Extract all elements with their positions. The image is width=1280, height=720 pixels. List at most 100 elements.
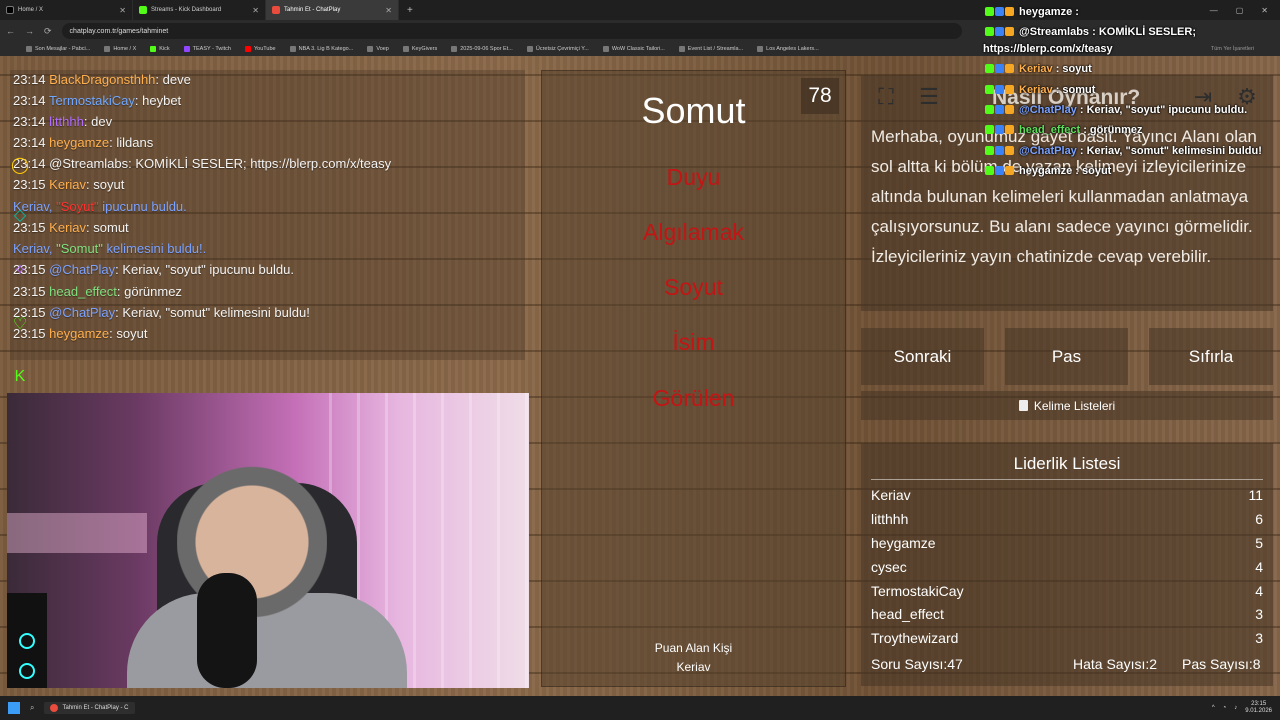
overlay-chat-message: Keriav : soyut	[985, 63, 1092, 75]
chat-message: 23:14 litthhh: dev	[13, 114, 112, 129]
overlay-text: somut	[1062, 84, 1096, 96]
chat-username[interactable]: heygamze	[49, 326, 109, 341]
bookmark[interactable]: TEASY - Twitch	[183, 46, 231, 52]
wifi-icon[interactable]: ◔	[1223, 705, 1227, 711]
close-icon[interactable]: ✕	[119, 6, 126, 15]
new-tab-button[interactable]: +	[399, 5, 421, 16]
scorer-name: Keriav	[676, 660, 711, 674]
fullscreen-icon[interactable]: ⛶	[870, 81, 902, 113]
chat-timestamp: 23:14	[13, 135, 46, 150]
bookmark[interactable]: Los Angeles Lakers...	[757, 46, 819, 52]
bookmark[interactable]: KeyGivers	[402, 46, 437, 52]
chat-separator: :	[155, 72, 163, 87]
chat-message: 23:15 Keriav: soyut	[13, 177, 124, 192]
bookmark[interactable]: Voep	[367, 46, 389, 52]
badge-icon	[1005, 166, 1014, 175]
bookmark[interactable]: Home / X	[104, 46, 136, 52]
bookmark[interactable]: WoW Classic Tailori...	[602, 46, 665, 52]
overlay-text: Keriav, "soyut" ipucunu buldu.	[1086, 104, 1248, 116]
chat-separator: "Soyut"	[56, 199, 99, 214]
close-icon[interactable]: ✕	[385, 6, 392, 15]
chat-username[interactable]: litthhh	[49, 114, 84, 129]
chat-timestamp: 23:15	[13, 284, 46, 299]
chat-message: 23:15 heygamze: soyut	[13, 326, 147, 341]
url-field[interactable]: chatplay.com.tr/games/tahminet	[61, 23, 962, 39]
divider	[871, 479, 1263, 480]
chevron-up-icon[interactable]: ^	[1212, 705, 1215, 711]
chat-username[interactable]: head_effect	[49, 284, 117, 299]
chat-username[interactable]: @ChatPlay	[49, 305, 115, 320]
all-bookmarks[interactable]: Tüm Yer İşaretleri	[1211, 46, 1254, 52]
word-lists-button[interactable]: Kelime Listeleri	[861, 391, 1273, 420]
chat-username[interactable]: Keriav	[49, 177, 86, 192]
chat-message: 23:15 @ChatPlay: Keriav, "soyut" ipucunu…	[13, 262, 294, 277]
circle-emote-icon: ◯	[11, 157, 29, 174]
chat-text: görünmez	[124, 284, 182, 299]
bookmark[interactable]: NBA 3. Lig B Katego...	[289, 46, 353, 52]
close-window-icon[interactable]: ✕	[1261, 6, 1268, 15]
chat-text: deve	[162, 72, 191, 87]
badge-icon	[995, 64, 1004, 73]
bookmark[interactable]: YouTube	[244, 46, 276, 52]
taskbar-app-chrome[interactable]: Tahmin Et - ChatPlay - C	[44, 702, 135, 714]
chat-username[interactable]: @Streamlabs	[49, 156, 128, 171]
overlay-chat-message: heygamze : soyut	[985, 165, 1111, 177]
badge-icons	[985, 165, 1019, 177]
leaderboard-row: Troythewizard 3	[871, 630, 1263, 646]
badge-icon	[985, 125, 994, 134]
badge-icon	[995, 27, 1004, 36]
chat-username[interactable]: @ChatPlay	[49, 262, 115, 277]
overlay-separator: :	[1072, 165, 1082, 177]
chat-timestamp: 23:14	[13, 93, 46, 108]
maximize-icon[interactable]: ▢	[1236, 6, 1244, 15]
chat-username[interactable]: heygamze	[49, 135, 109, 150]
overlay-text: soyut	[1081, 165, 1112, 177]
clock[interactable]: 23:15 9.01.2026	[1245, 701, 1272, 715]
tab-home-x[interactable]: Home / X ✕	[0, 0, 133, 20]
tab-kick-dashboard[interactable]: Streams - Kick Dashboard ✕	[133, 0, 266, 20]
reset-button[interactable]: Sıfırla	[1149, 328, 1273, 385]
chat-username[interactable]: BlackDragonsthhh	[49, 72, 155, 87]
leaderboard-row: heygamze 5	[871, 535, 1263, 551]
minimize-icon[interactable]: —	[1210, 6, 1218, 15]
next-button[interactable]: Sonraki	[861, 328, 984, 385]
chat-username[interactable]: Keriav,	[13, 241, 56, 256]
overlay-separator: :	[1076, 145, 1087, 157]
volume-icon[interactable]: ♪	[1234, 705, 1237, 711]
pass-button[interactable]: Pas	[1005, 328, 1128, 385]
reload-icon[interactable]: ⟳	[44, 26, 52, 37]
forward-icon[interactable]: →	[25, 26, 34, 36]
kick-logo-icon: K	[14, 368, 26, 385]
back-icon[interactable]: ←	[6, 26, 15, 36]
chat-username[interactable]: Keriav	[49, 220, 86, 235]
forbidden-word: Görülen	[652, 385, 735, 411]
windows-start-icon[interactable]	[8, 702, 20, 714]
bookmark[interactable]: Son Mesajlar - Pabci...	[26, 46, 90, 52]
overlay-text: Keriav, "somut" kelimesini buldu!	[1086, 145, 1262, 157]
document-icon	[1018, 400, 1028, 411]
overlay-separator: :	[1072, 6, 1079, 18]
chat-text: somut	[93, 220, 129, 235]
overlay-separator: :	[1052, 84, 1063, 96]
browser-tabbar: Home / X ✕ Streams - Kick Dashboard ✕ Tahm…	[0, 0, 1280, 20]
overlay-separator: :	[1089, 26, 1099, 38]
bookmark[interactable]: Kick	[150, 46, 170, 52]
bookmark[interactable]: 2025-09-06 Spor Et...	[451, 46, 513, 52]
badge-icons	[985, 145, 1019, 157]
chat-text: dev	[91, 114, 113, 129]
bookmark[interactable]: Event List / Streamla...	[678, 46, 743, 52]
close-icon[interactable]: ✕	[252, 6, 259, 15]
chat-text: Keriav, "somut" kelimesini buldu!	[122, 305, 310, 320]
chat-text: soyut	[93, 177, 125, 192]
overlay-username: head_effect	[1019, 124, 1081, 136]
chat-message: 23:15 @ChatPlay: Keriav, "somut" kelimes…	[13, 305, 310, 320]
bookmark[interactable]: Ücretsiz Çevrimiçi Y...	[526, 46, 589, 52]
leaderboard-row: head_effect 3	[871, 606, 1263, 622]
list-icon[interactable]: ☰	[913, 81, 945, 113]
tab-chatplay[interactable]: Tahmin Et - ChatPlay ✕	[266, 0, 399, 20]
search-icon[interactable]: ⌕	[30, 703, 34, 713]
overlay-username: Keriav	[1019, 84, 1053, 96]
leaderboard-row: cysec 4	[871, 559, 1263, 575]
chat-text: soyut	[116, 326, 148, 341]
chat-username[interactable]: TermostakiCay	[49, 93, 135, 108]
